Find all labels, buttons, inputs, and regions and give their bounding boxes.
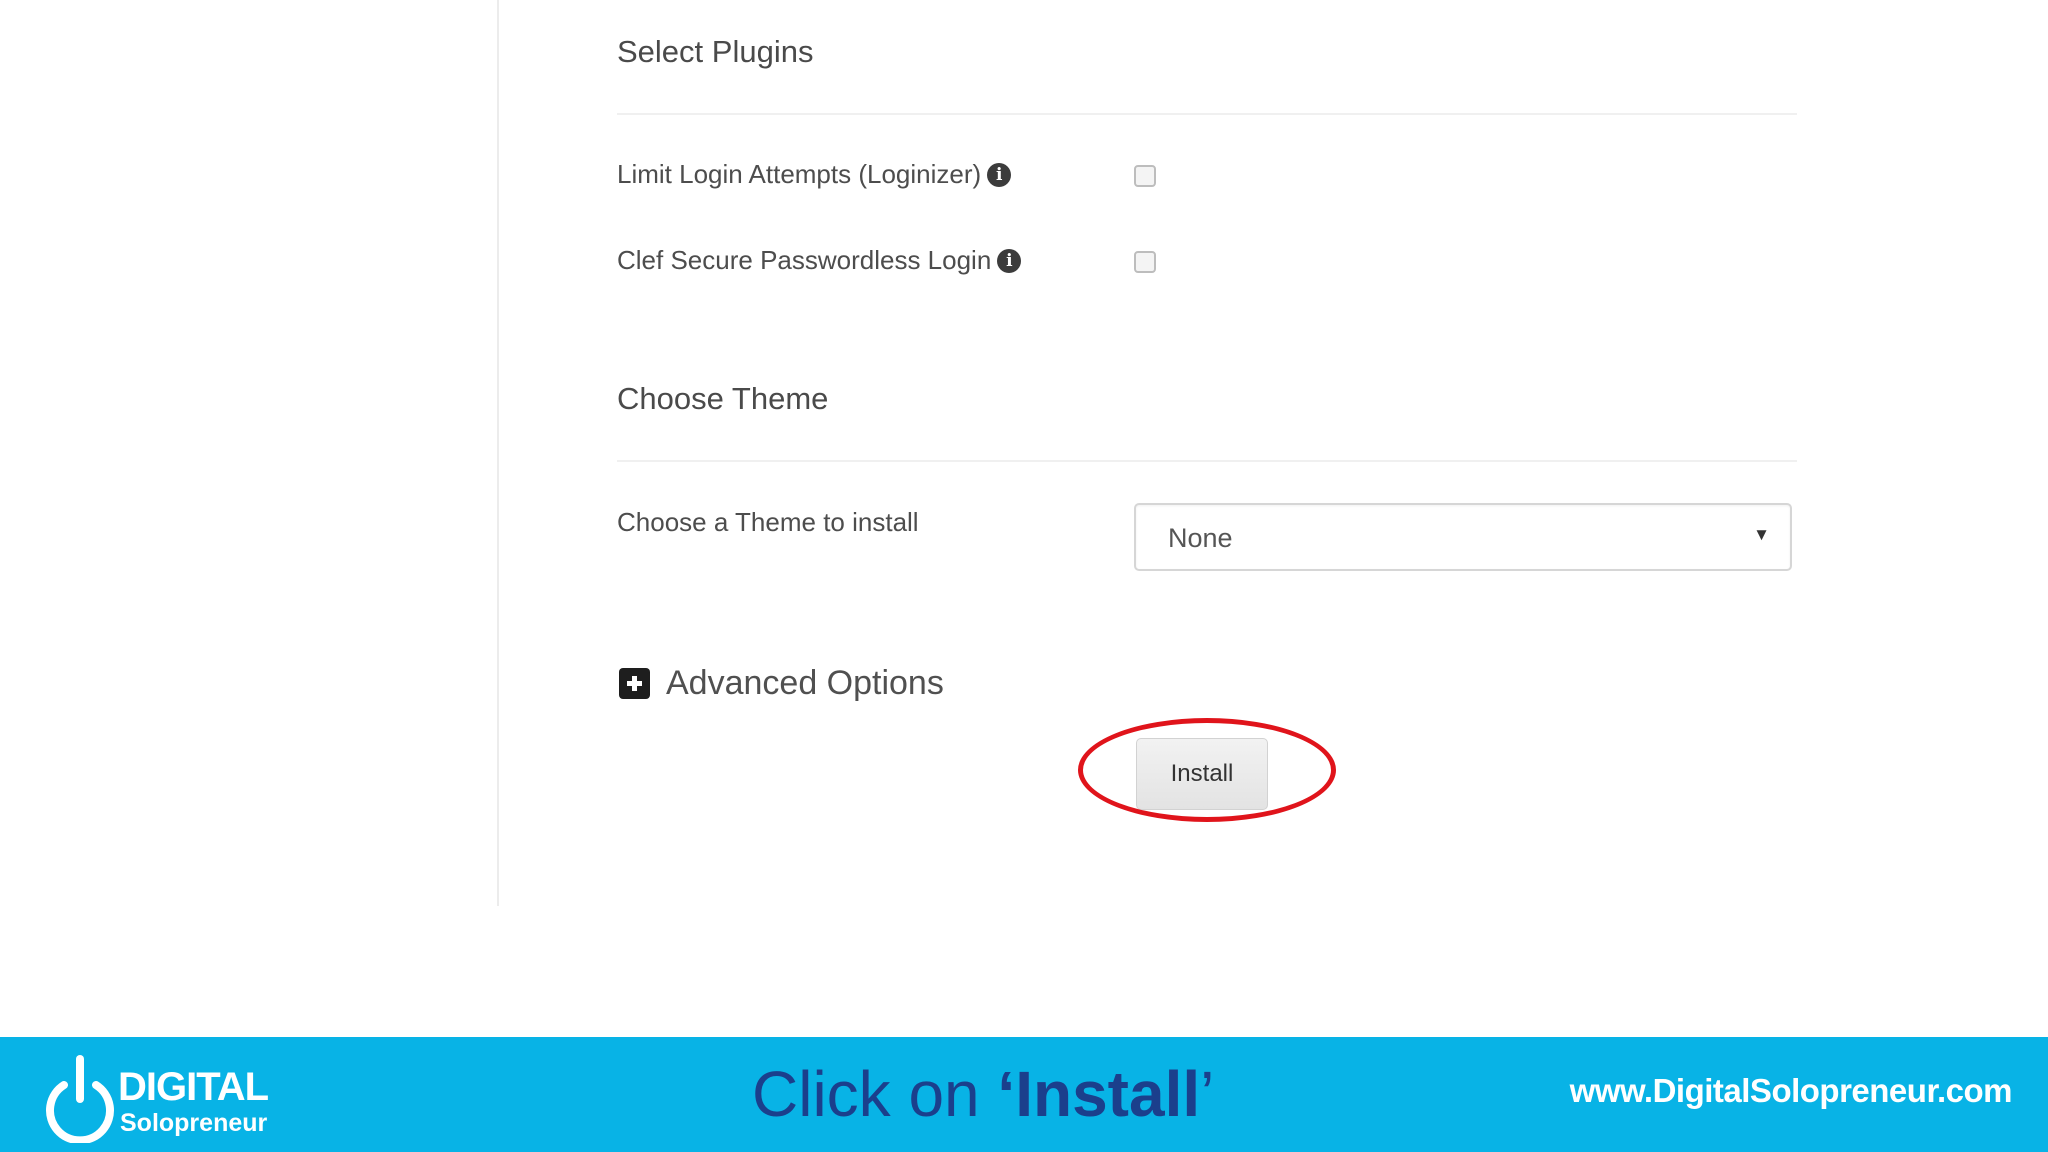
caption-close-quote: ’ bbox=[1200, 1058, 1215, 1130]
logo: DIGITAL Solopreneur bbox=[40, 1047, 270, 1143]
footer-banner: DIGITAL Solopreneur Click on ‘Install’ w… bbox=[0, 1037, 2048, 1152]
plus-square-icon bbox=[619, 668, 650, 699]
plugin-row-clef: Clef Secure Passwordless Login i bbox=[617, 245, 1022, 276]
theme-select-value: None bbox=[1168, 523, 1233, 553]
caption-prefix: Click on bbox=[752, 1058, 998, 1130]
plugin-label: Limit Login Attempts (Loginizer) bbox=[617, 159, 982, 189]
clef-checkbox[interactable] bbox=[1134, 251, 1156, 273]
logo-subtext: Solopreneur bbox=[120, 1109, 268, 1137]
caption-open-quote: ‘ bbox=[997, 1058, 1016, 1130]
info-icon[interactable]: i bbox=[997, 248, 1022, 273]
highlight-circle bbox=[1078, 718, 1336, 822]
caption-emphasis: Install bbox=[1015, 1058, 1201, 1130]
advanced-options-label: Advanced Options bbox=[666, 664, 944, 702]
caption: Click on ‘Install’ bbox=[752, 1057, 1214, 1131]
loginizer-checkbox[interactable] bbox=[1134, 165, 1156, 187]
website-url: www.DigitalSolopreneur.com bbox=[1569, 1072, 2013, 1109]
logo-text: DIGITAL bbox=[118, 1065, 269, 1109]
plugin-label: Clef Secure Passwordless Login bbox=[617, 245, 992, 275]
dropdown-arrow-icon: ▼ bbox=[1753, 525, 1770, 544]
theme-label: Choose a Theme to install bbox=[617, 507, 919, 537]
power-icon bbox=[46, 1055, 114, 1143]
section-divider bbox=[617, 460, 1797, 462]
left-divider bbox=[497, 0, 499, 906]
plugin-row-loginizer: Limit Login Attempts (Loginizer) i bbox=[617, 159, 1012, 190]
select-plugins-heading: Select Plugins bbox=[617, 34, 814, 69]
section-divider bbox=[617, 113, 1797, 115]
theme-select[interactable]: None ▼ bbox=[1134, 503, 1792, 571]
choose-theme-heading: Choose Theme bbox=[617, 381, 829, 416]
info-icon[interactable]: i bbox=[987, 162, 1012, 187]
advanced-options-toggle[interactable]: Advanced Options bbox=[619, 664, 944, 703]
